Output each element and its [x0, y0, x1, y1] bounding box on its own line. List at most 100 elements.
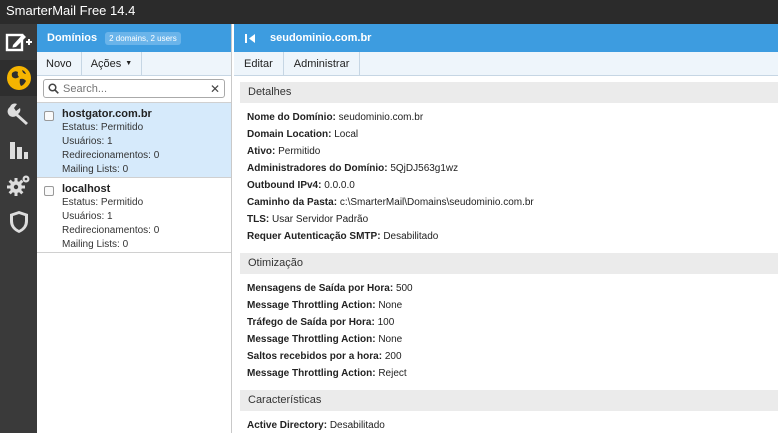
detail-value: Local	[334, 129, 359, 140]
bar-chart-icon	[9, 142, 28, 159]
domain-users: Usuários: 1	[62, 136, 113, 147]
search-wrapper: ✕	[37, 76, 231, 102]
domain-checkbox[interactable]	[44, 111, 54, 121]
detail-row: Domain Location: Local	[240, 126, 778, 143]
detail-value: None	[378, 334, 403, 345]
collapse-left-icon	[245, 33, 255, 43]
detail-label: TLS:	[247, 214, 270, 225]
detail-value: Usar Servidor Padrão	[272, 214, 369, 225]
new-domain-button[interactable]: Novo	[37, 52, 82, 75]
domain-mailing-lists: Mailing Lists: 0	[62, 239, 129, 250]
detail-row: TLS: Usar Servidor Padrão	[240, 211, 778, 228]
new-compose-icon	[5, 33, 32, 52]
section-title: Otimização	[240, 253, 778, 274]
domain-list: hostgator.com.br Estatus: Permitido Usuá…	[37, 102, 231, 253]
chevron-down-icon: ▼	[125, 60, 133, 67]
search-input[interactable]	[63, 82, 210, 95]
detail-row: Message Throttling Action: None	[240, 297, 778, 314]
detail-row: Caminho da Pasta: c:\SmarterMail\Domains…	[240, 194, 778, 211]
detail-label: Requer Autenticação SMTP:	[247, 231, 381, 242]
domain-name: hostgator.com.br	[62, 108, 152, 120]
detail-row: Outbound IPv4: 0.0.0.0	[240, 177, 778, 194]
domains-panel-header: Domínios 2 domains, 2 users	[37, 24, 231, 52]
detail-row: Administradores do Domínio: 5QjDJ563g1wz	[240, 160, 778, 177]
app-titlebar: SmarterMail Free 14.4	[0, 0, 778, 24]
actions-dropdown-label: Ações	[90, 57, 122, 70]
detail-row: Message Throttling Action: Reject	[240, 365, 778, 382]
details-section: Detalhes Nome do Domínio: seudominio.com…	[240, 82, 778, 245]
detail-label: Message Throttling Action:	[247, 334, 376, 345]
detail-value: seudominio.com.br	[338, 112, 424, 123]
actions-dropdown[interactable]: Ações ▼	[82, 52, 143, 75]
close-icon[interactable]: ✕	[210, 82, 220, 96]
nav-security-button[interactable]	[0, 204, 37, 240]
detail-value: 5QjDJ563g1wz	[390, 163, 459, 174]
detail-row: Mensagens de Saída por Hora: 500	[240, 280, 778, 297]
domain-forwards: Redirecionamentos: 0	[62, 150, 160, 161]
detail-label: Ativo:	[247, 146, 276, 157]
domains-panel: Domínios 2 domains, 2 users Novo Ações ▼…	[37, 24, 232, 433]
nav-compose-button[interactable]	[0, 24, 37, 60]
detail-label: Saltos recebidos por a hora:	[247, 351, 383, 362]
domain-name: localhost	[62, 183, 111, 195]
detail-value: c:\SmarterMail\Domains\seudominio.com.br	[339, 197, 534, 208]
detail-label: Domain Location:	[247, 129, 332, 140]
detail-row: Ativo: Permitido	[240, 143, 778, 160]
detail-value: 500	[395, 283, 413, 294]
detail-value: 200	[384, 351, 402, 362]
edit-button[interactable]: Editar	[234, 52, 284, 75]
domains-panel-title: Domínios	[47, 32, 98, 44]
details-panel-title: seudominio.com.br	[270, 32, 372, 44]
section-title: Detalhes	[240, 82, 778, 103]
collapse-back-button[interactable]	[244, 33, 256, 44]
detail-value: 100	[377, 317, 395, 328]
globe-icon	[6, 66, 31, 90]
domain-mailing-lists: Mailing Lists: 0	[62, 164, 129, 175]
domain-list-item[interactable]: hostgator.com.br Estatus: Permitido Usuá…	[37, 103, 231, 178]
domain-checkbox[interactable]	[44, 186, 54, 196]
gears-icon	[6, 175, 29, 196]
administer-button-label: Administrar	[293, 57, 350, 70]
detail-value: Desabilitado	[383, 231, 439, 242]
detail-row: Nome do Domínio: seudominio.com.br	[240, 109, 778, 126]
nav-domains-button[interactable]	[0, 60, 37, 96]
edit-button-label: Editar	[244, 57, 273, 70]
detail-label: Nome do Domínio:	[247, 112, 336, 123]
domains-count-badge: 2 domains, 2 users	[105, 31, 181, 45]
domain-list-item[interactable]: localhost Estatus: Permitido Usuários: 1…	[37, 178, 231, 253]
nav-reports-button[interactable]	[0, 132, 37, 168]
detail-label: Administradores do Domínio:	[247, 163, 388, 174]
detail-row: Tráfego de Saída por Hora: 100	[240, 314, 778, 331]
domain-users: Usuários: 1	[62, 211, 113, 222]
domain-status: Estatus: Permitido	[62, 122, 144, 133]
details-content: Detalhes Nome do Domínio: seudominio.com…	[234, 76, 778, 433]
detail-value: 0.0.0.0	[324, 180, 355, 191]
wrench-icon	[7, 103, 28, 125]
features-section: Características Active Directory: Desabi…	[240, 390, 778, 433]
detail-label: Caminho da Pasta:	[247, 197, 338, 208]
search-icon	[48, 83, 59, 94]
details-toolbar: Editar Administrar	[234, 52, 778, 76]
detail-value: None	[378, 300, 403, 311]
optimization-section: Otimização Mensagens de Saída por Hora: …	[240, 253, 778, 382]
left-navbar	[0, 24, 37, 433]
nav-settings-button[interactable]	[0, 96, 37, 132]
detail-value: Permitido	[278, 146, 321, 157]
administer-button[interactable]: Administrar	[284, 52, 361, 75]
detail-label: Outbound IPv4:	[247, 180, 322, 191]
detail-row: Active Directory: Desabilitado	[240, 417, 778, 433]
detail-label: Tráfego de Saída por Hora:	[247, 317, 375, 328]
detail-label: Message Throttling Action:	[247, 368, 376, 379]
detail-value: Reject	[378, 368, 407, 379]
details-panel-header: seudominio.com.br	[234, 24, 778, 52]
detail-label: Mensagens de Saída por Hora:	[247, 283, 394, 294]
domain-forwards: Redirecionamentos: 0	[62, 225, 160, 236]
detail-value: Desabilitado	[329, 420, 385, 431]
search-box: ✕	[43, 79, 225, 98]
nav-system-button[interactable]	[0, 168, 37, 204]
section-title: Características	[240, 390, 778, 411]
domains-toolbar: Novo Ações ▼	[37, 52, 231, 76]
detail-row: Requer Autenticação SMTP: Desabilitado	[240, 228, 778, 245]
app-title: SmarterMail Free 14.4	[6, 3, 136, 18]
domain-details-panel: seudominio.com.br Editar Administrar Det…	[234, 24, 778, 433]
